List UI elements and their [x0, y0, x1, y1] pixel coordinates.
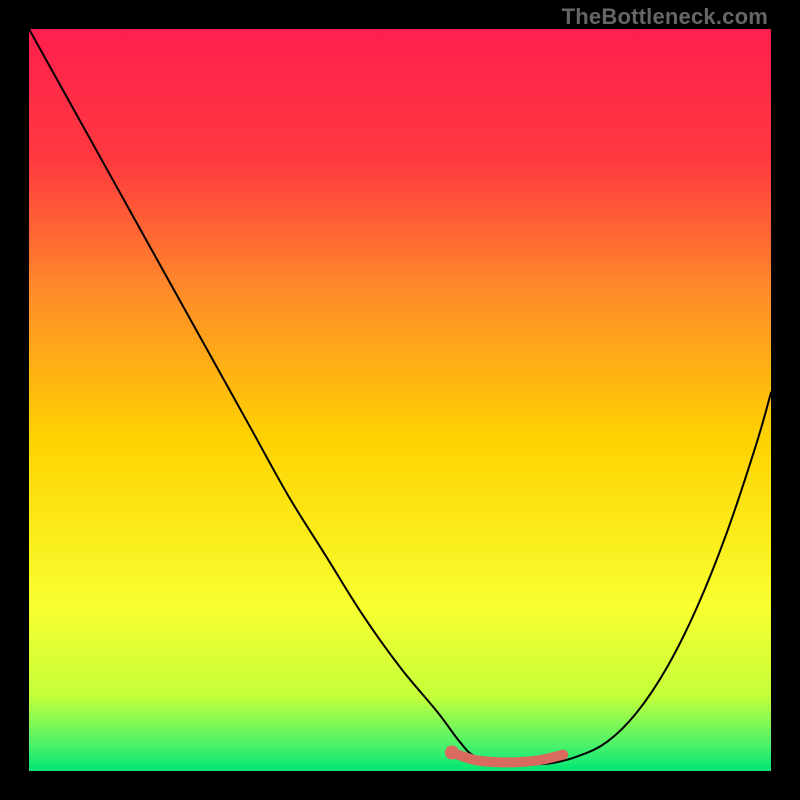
highlight-segment	[452, 752, 563, 762]
watermark-text: TheBottleneck.com	[562, 4, 768, 30]
highlight-dot-start	[445, 745, 459, 759]
curve-layer	[29, 29, 771, 771]
chart-stage: TheBottleneck.com	[0, 0, 800, 800]
plot-area	[29, 29, 771, 771]
bottleneck-curve	[29, 29, 771, 764]
